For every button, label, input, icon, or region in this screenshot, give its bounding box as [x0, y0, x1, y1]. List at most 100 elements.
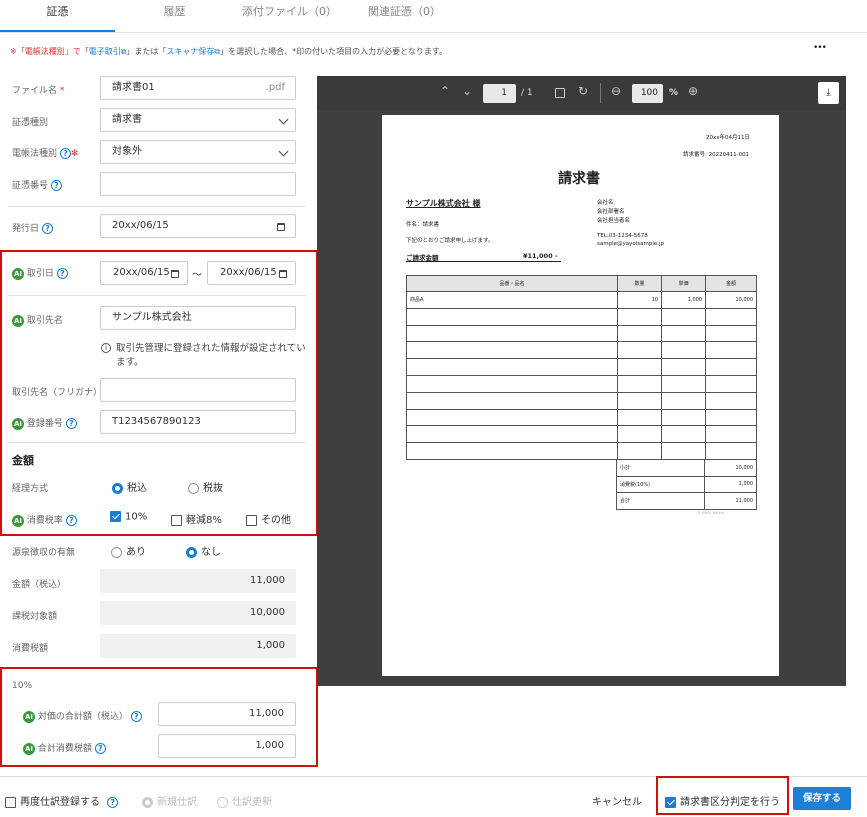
file-name-input[interactable]: 請求書01 .pdf	[100, 76, 296, 100]
required-notice: ※「電帳法種別」で「電子取引⧉」または「スキャナ保存⧉」を選択した場合、*印の付…	[10, 47, 448, 56]
invoice-check-checkbox[interactable]: 請求書区分判定を行う	[665, 793, 780, 808]
link-scanner[interactable]: スキャナ保存	[166, 47, 214, 56]
doc-type-select[interactable]: 請求書	[100, 108, 296, 132]
tab-related[interactable]: 関連証憑（0）	[347, 0, 462, 32]
calendar-icon[interactable]	[279, 270, 287, 278]
rate-reduced-checkbox[interactable]: 軽減8%	[171, 511, 222, 526]
reregister-checkbox[interactable]: 再度仕訳登録する ?	[5, 793, 119, 808]
tax-value: 1,000	[100, 634, 296, 658]
tab-divider	[0, 32, 867, 33]
help-icon[interactable]: ?	[65, 515, 77, 526]
cancel-button[interactable]: キャンセル	[592, 793, 642, 808]
partner-kana-input[interactable]	[100, 378, 296, 402]
help-icon[interactable]: ?	[94, 743, 106, 754]
zoom-input[interactable]: 100	[632, 84, 663, 103]
doc-number-label: 証憑番号 ?	[12, 178, 62, 191]
trade-date-to-input[interactable]: 20xx/06/15	[207, 261, 296, 285]
rate-10-checkbox[interactable]: 10%	[110, 511, 147, 523]
chevron-down-icon	[278, 114, 289, 125]
invoice-title: 請求書	[558, 171, 600, 187]
invoice-footer: © YAYOI ※※※※	[697, 511, 725, 515]
calendar-icon[interactable]	[277, 223, 285, 231]
company-person: 会社担当者名	[597, 218, 631, 224]
table-row	[406, 391, 757, 410]
tab-attachments[interactable]: 添付ファイル（0）	[232, 0, 347, 32]
doc-type-label: 証憑種別	[12, 118, 49, 128]
wh-yes-radio[interactable]: あり	[111, 543, 146, 558]
amount-incl-value: 11,000	[100, 569, 296, 593]
fit-page-icon[interactable]	[555, 88, 565, 98]
partner-info-text: 取引先管理に登録された情報が設定されています。	[116, 343, 306, 368]
download-button[interactable]: ⤓	[818, 82, 839, 104]
ebook-type-select[interactable]: 対象外	[100, 140, 296, 164]
reg-no-input[interactable]: T1234567890123	[100, 410, 296, 434]
ebook-type-label: 電帳法種別 ? ✻	[12, 148, 79, 159]
total-incl-input[interactable]: 11,000	[158, 702, 296, 726]
next-page-icon[interactable]: ⌃	[462, 83, 472, 97]
divider	[8, 442, 306, 443]
save-button[interactable]: 保存する	[793, 787, 851, 810]
trade-date-label: AI 取引日 ?	[12, 266, 68, 280]
taxable-label: 課税対象額	[12, 612, 58, 622]
ai-icon: AI	[23, 742, 35, 755]
issue-date-label: 発行日 ?	[12, 221, 53, 234]
calendar-icon[interactable]	[171, 270, 179, 278]
more-menu-icon[interactable]: •••	[813, 43, 827, 53]
issue-date-input[interactable]: 20xx/06/15	[100, 214, 296, 238]
zoom-in-icon[interactable]: ⊕	[688, 84, 698, 98]
help-icon[interactable]: ?	[130, 711, 142, 722]
tab-history[interactable]: 履歴	[117, 0, 232, 32]
help-icon[interactable]: ?	[107, 796, 119, 808]
amount-incl-label: 金額（税込）	[12, 580, 67, 590]
doc-number-input[interactable]	[100, 172, 296, 196]
table-row	[406, 442, 757, 460]
wh-no-radio[interactable]: なし	[186, 543, 221, 558]
invoice-number: 請求番号: 20220411-001	[683, 152, 750, 158]
partner-input[interactable]: サンプル株式会社	[100, 306, 296, 330]
company-email: sample@yayoisample.jp	[597, 241, 665, 247]
amount-heading: 金額	[12, 454, 34, 467]
zoom-out-icon[interactable]: ⊖	[611, 84, 621, 98]
page-total: / 1	[521, 88, 533, 98]
rate-other-checkbox[interactable]: その他	[246, 511, 291, 526]
table-row	[406, 425, 757, 444]
invoice-total-value: ¥11,000 -	[523, 252, 558, 260]
update-entry-radio[interactable]: 仕訳更新	[217, 793, 272, 808]
ai-icon: AI	[12, 267, 24, 280]
help-icon[interactable]: ?	[50, 180, 62, 191]
company-tel: TEL:03-1234-5678	[597, 233, 648, 239]
divider	[8, 206, 306, 207]
tax-excl-radio[interactable]: 税抜	[188, 479, 223, 494]
link-electronic[interactable]: 電子取引	[89, 47, 121, 56]
table-row: 商品A 10 1,000 10,000	[406, 291, 757, 309]
invoice-subject: 件名：請求書	[406, 222, 440, 228]
date-range-separator: 〜	[192, 270, 202, 281]
invoice-totals-table: 小計 10,000 消費税(10%) 1,000 合計 11,000	[616, 459, 757, 510]
invoice-items-table: 品番・品名 数量 単価 金額 商品A 10 1,000 10,000	[406, 275, 757, 460]
table-row	[406, 358, 757, 376]
withholding-label: 源泉徴収の有無	[12, 548, 76, 558]
total-tax-input[interactable]: 1,000	[158, 734, 296, 758]
total-tax-label: AI 合計消費税額 ?	[23, 741, 106, 755]
help-icon[interactable]: ?	[41, 223, 53, 234]
help-icon[interactable]: ?	[65, 418, 77, 429]
rotate-icon[interactable]: ↻	[578, 84, 588, 98]
tax-label: 消費税額	[12, 644, 49, 654]
chevron-down-icon	[278, 146, 289, 157]
table-row	[406, 374, 757, 393]
help-icon[interactable]: ?	[56, 268, 68, 279]
toolbar-separator	[600, 83, 601, 103]
tax-incl-radio[interactable]: 税込	[112, 479, 147, 494]
tab-shohyo[interactable]: 証憑	[0, 0, 115, 32]
zoom-unit: %	[669, 88, 679, 98]
partner-kana-label: 取引先名（フリガナ）	[12, 388, 103, 398]
prev-page-icon[interactable]: ⌃	[440, 84, 450, 98]
help-icon[interactable]: ?	[59, 148, 71, 159]
trade-date-from-input[interactable]: 20xx/06/15	[100, 261, 188, 285]
invoice-date: 20xx年04月11日	[706, 135, 751, 141]
divider	[8, 295, 306, 296]
company-dept: 会社部署名	[597, 209, 625, 215]
page-number-input[interactable]: 1	[483, 84, 516, 103]
total-underline	[406, 261, 561, 262]
new-entry-radio[interactable]: 新規仕訳	[142, 793, 197, 808]
